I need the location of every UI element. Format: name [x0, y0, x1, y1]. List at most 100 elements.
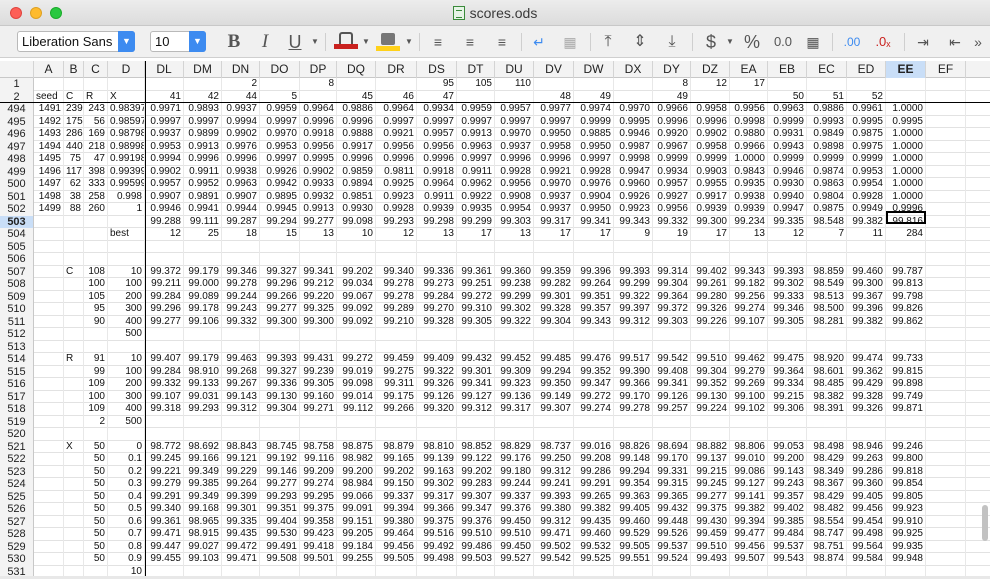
cell-dp510[interactable]: 99.325 — [300, 303, 337, 316]
cell-ed500[interactable]: 0.9954 — [847, 178, 886, 191]
cell-ed496[interactable]: 0.9875 — [847, 128, 886, 141]
cell-dw1[interactable] — [574, 78, 614, 91]
cell-dt522[interactable]: 99.122 — [457, 453, 495, 466]
cell-dx504[interactable]: 9 — [614, 228, 653, 241]
cell-dy506[interactable] — [653, 253, 691, 266]
cell-du520[interactable] — [495, 428, 534, 441]
column-header-dt[interactable]: DT — [457, 61, 495, 78]
cell-dx521[interactable]: 98.826 — [614, 440, 653, 453]
cell-dz520[interactable] — [691, 428, 730, 441]
cell-dp529[interactable]: 99.418 — [300, 540, 337, 553]
cell-dr514[interactable]: 99.459 — [376, 353, 417, 366]
cell-a509[interactable] — [34, 290, 64, 303]
cell-ec520[interactable] — [807, 428, 847, 441]
cell-ea498[interactable]: 1.0000 — [730, 153, 768, 166]
cell-b522[interactable] — [64, 453, 84, 466]
cell-ee522[interactable]: 99.800 — [886, 453, 926, 466]
cell-dq502[interactable]: 0.9930 — [337, 203, 376, 216]
cell-d527[interactable]: 0.6 — [108, 515, 145, 528]
cell-ed530[interactable]: 99.584 — [847, 553, 886, 566]
cell-c524[interactable]: 50 — [84, 478, 108, 491]
cell-ec518[interactable]: 98.391 — [807, 403, 847, 416]
cell-dx525[interactable]: 99.363 — [614, 490, 653, 503]
cell-dz501[interactable]: 0.9917 — [691, 190, 730, 203]
cell-eb501[interactable]: 0.9940 — [768, 190, 807, 203]
cell-b514[interactable]: R — [64, 353, 84, 366]
cell-dt511[interactable]: 99.305 — [457, 315, 495, 328]
cell-d518[interactable]: 400 — [108, 403, 145, 416]
cell-dq514[interactable]: 99.272 — [337, 353, 376, 366]
cell-ee520[interactable] — [886, 428, 926, 441]
cell-dn503[interactable]: 99.287 — [222, 215, 260, 228]
cell-eb505[interactable] — [768, 240, 807, 253]
cell-ec504[interactable]: 7 — [807, 228, 847, 241]
cell-ds501[interactable]: 0.9911 — [417, 190, 457, 203]
cell-dl529[interactable]: 99.447 — [145, 540, 184, 553]
cell-dv495[interactable]: 0.9997 — [534, 115, 574, 128]
cell-eb500[interactable]: 0.9930 — [768, 178, 807, 191]
cell-ea505[interactable] — [730, 240, 768, 253]
cell-du526[interactable]: 99.376 — [495, 503, 534, 516]
cell-ec511[interactable]: 98.281 — [807, 315, 847, 328]
cell-dz518[interactable]: 99.224 — [691, 403, 730, 416]
cell-eb498[interactable]: 0.9999 — [768, 153, 807, 166]
cell-dv500[interactable]: 0.9970 — [534, 178, 574, 191]
row-header[interactable]: 514 — [0, 353, 34, 366]
cell-dx495[interactable]: 0.9995 — [614, 115, 653, 128]
cell-dq505[interactable] — [337, 240, 376, 253]
cell-ef526[interactable] — [926, 503, 966, 516]
cell-ec516[interactable]: 98.485 — [807, 378, 847, 391]
cell-dq528[interactable]: 99.205 — [337, 528, 376, 541]
cell-ec510[interactable]: 98.500 — [807, 303, 847, 316]
cell-d1[interactable] — [108, 78, 145, 91]
cell-ed524[interactable]: 99.360 — [847, 478, 886, 491]
cell-ds494[interactable]: 0.9934 — [417, 103, 457, 116]
cell-ee517[interactable]: 99.749 — [886, 390, 926, 403]
cell-ef494[interactable] — [926, 103, 966, 116]
column-header-c[interactable]: C — [84, 61, 108, 78]
cell-ef497[interactable] — [926, 140, 966, 153]
cell-dx514[interactable]: 99.517 — [614, 353, 653, 366]
cell-dx512[interactable] — [614, 328, 653, 341]
column-header-du[interactable]: DU — [495, 61, 534, 78]
align-top-icon[interactable]: ⤒ — [597, 31, 619, 53]
cell-ea507[interactable]: 99.343 — [730, 265, 768, 278]
cell-dt517[interactable]: 99.127 — [457, 390, 495, 403]
cell-dr517[interactable]: 99.175 — [376, 390, 417, 403]
cell-a523[interactable] — [34, 465, 64, 478]
cell-dz529[interactable]: 99.510 — [691, 540, 730, 553]
cell-ed1[interactable] — [847, 78, 886, 91]
cell-dw502[interactable]: 0.9950 — [574, 203, 614, 216]
cell-ds518[interactable]: 99.320 — [417, 403, 457, 416]
cell-dl516[interactable]: 99.332 — [145, 378, 184, 391]
cell-dt503[interactable]: 99.299 — [457, 215, 495, 228]
cell-dr528[interactable]: 99.464 — [376, 528, 417, 541]
cell-eb522[interactable]: 99.200 — [768, 453, 807, 466]
cell-ds529[interactable]: 99.492 — [417, 540, 457, 553]
cell-b512[interactable] — [64, 328, 84, 341]
cell-ee494[interactable]: 1.0000 — [886, 103, 926, 116]
font-color-dropdown-icon[interactable]: ▼ — [361, 31, 371, 53]
row-header[interactable]: 502 — [0, 203, 34, 216]
cell-do516[interactable]: 99.336 — [260, 378, 300, 391]
cell-d499[interactable]: 0.99399 — [108, 165, 145, 178]
cell-d523[interactable]: 0.2 — [108, 465, 145, 478]
cell-dr497[interactable]: 0.9956 — [376, 140, 417, 153]
cell-c1[interactable] — [84, 78, 108, 91]
cell-dr512[interactable] — [376, 328, 417, 341]
cell-dq495[interactable]: 0.9996 — [337, 115, 376, 128]
cell-ec502[interactable]: 0.9875 — [807, 203, 847, 216]
cell-b515[interactable] — [64, 365, 84, 378]
cell-eb1[interactable] — [768, 78, 807, 91]
cell-dx522[interactable]: 99.148 — [614, 453, 653, 466]
cell-dl494[interactable]: 0.9971 — [145, 103, 184, 116]
cell-eb503[interactable]: 99.335 — [768, 215, 807, 228]
cell-dz504[interactable]: 17 — [691, 228, 730, 241]
cell-dr529[interactable]: 99.456 — [376, 540, 417, 553]
cell-do525[interactable]: 99.293 — [260, 490, 300, 503]
cell-c496[interactable]: 169 — [84, 128, 108, 141]
cell-dl495[interactable]: 0.9997 — [145, 115, 184, 128]
cell-dl504[interactable]: 12 — [145, 228, 184, 241]
cell-ef512[interactable] — [926, 328, 966, 341]
cell-dn507[interactable]: 99.346 — [222, 265, 260, 278]
